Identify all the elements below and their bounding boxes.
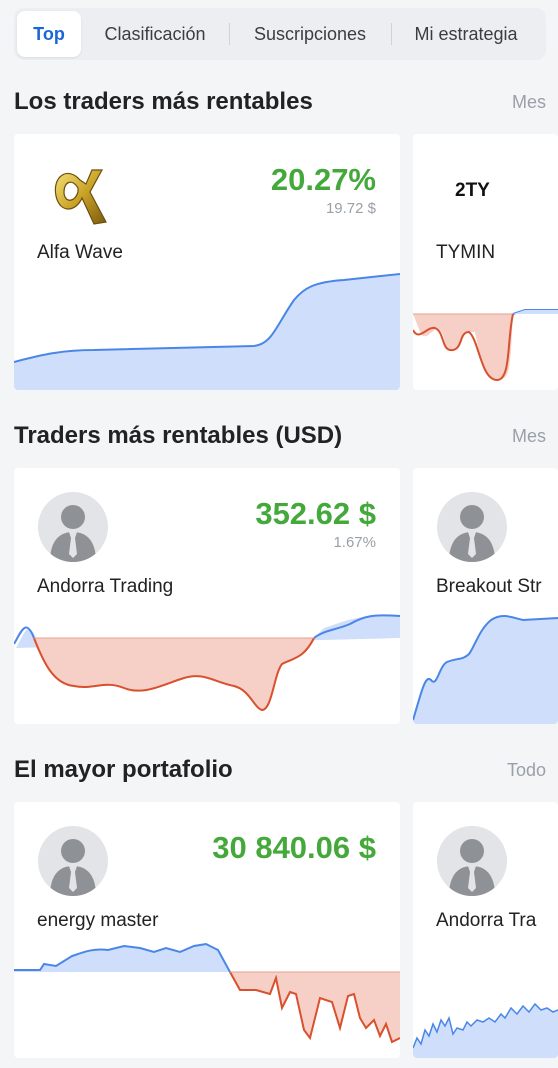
section-title: El mayor portafolio <box>14 756 233 783</box>
default-person-avatar-icon <box>38 492 108 562</box>
period-link[interactable]: Mes <box>512 92 546 113</box>
period-link[interactable]: Mes <box>512 426 546 447</box>
equity-chart <box>14 273 400 390</box>
tymin-logo-icon: 2TY <box>455 180 490 201</box>
tab-top[interactable]: Top <box>17 11 81 57</box>
section-title: Los traders más rentables <box>14 88 313 115</box>
portfolio-value: 30 840.06 $ <box>212 830 376 865</box>
tab-suscripciones[interactable]: Suscripciones <box>229 11 391 57</box>
trader-card[interactable]: Breakout Str <box>413 468 558 724</box>
default-person-avatar-icon <box>437 492 507 562</box>
section-mayor-portafolio: El mayor portafolio Todo 30 840.06 $ ene… <box>0 738 558 1068</box>
trader-name: energy master <box>37 910 159 931</box>
default-person-avatar-icon <box>38 826 108 896</box>
equity-chart <box>14 942 400 1044</box>
return-amount: 352.62 $ <box>255 496 376 531</box>
equity-chart <box>14 614 400 712</box>
equity-chart <box>413 309 558 390</box>
return-percent: 1.67% <box>333 534 376 551</box>
return-amount: 19.72 $ <box>325 200 376 217</box>
trader-name: Andorra Trading <box>37 576 174 597</box>
trader-card[interactable]: 352.62 $ 1.67% Andorra Trading <box>14 468 400 724</box>
trader-card[interactable]: 20.27% 19.72 $ Alfa Wave <box>14 134 400 390</box>
tab-bar: Top Clasificación Suscripciones Mi estra… <box>14 8 546 60</box>
section-top-rentables: Los traders más rentables Mes 20.27% 19.… <box>0 70 558 400</box>
trader-name: Andorra Tra <box>436 910 537 931</box>
tab-mi-estrategia[interactable]: Mi estrategia <box>391 11 541 57</box>
equity-chart <box>413 1002 558 1058</box>
trader-card[interactable]: Andorra Tra <box>413 802 558 1058</box>
trader-name: Breakout Str <box>436 576 542 597</box>
trader-name: TYMIN <box>436 242 496 263</box>
trader-card[interactable]: 30 840.06 $ energy master <box>14 802 400 1058</box>
trader-card[interactable]: 2TY TYMIN <box>413 134 558 390</box>
trader-name: Alfa Wave <box>37 242 123 263</box>
return-percent: 20.27% <box>270 162 376 197</box>
tab-clasificacion[interactable]: Clasificación <box>81 11 229 57</box>
alfa-wave-logo-icon <box>54 169 107 225</box>
period-link[interactable]: Todo <box>507 760 546 781</box>
default-person-avatar-icon <box>437 826 507 896</box>
equity-chart <box>413 614 558 724</box>
section-title: Traders más rentables (USD) <box>14 422 343 449</box>
section-rentables-usd: Traders más rentables (USD) Mes 352.62 $… <box>0 404 558 734</box>
